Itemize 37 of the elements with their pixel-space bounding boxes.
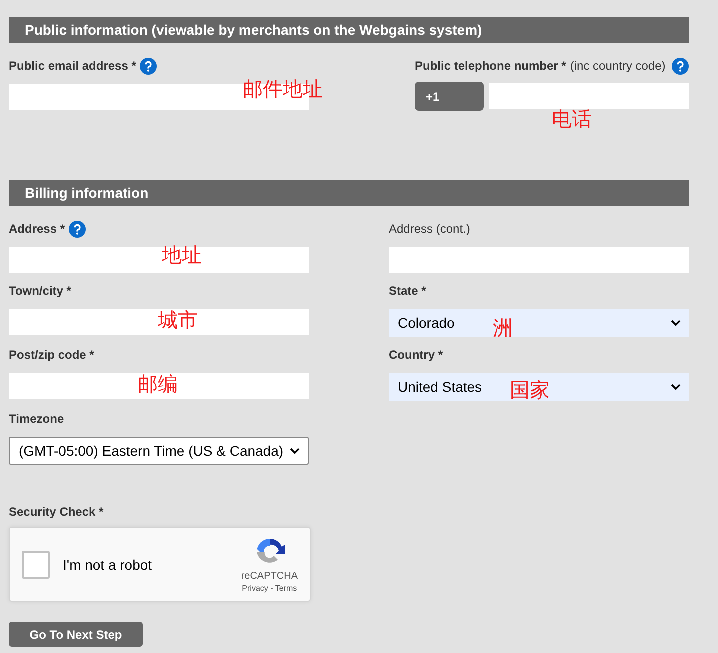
next-step-button[interactable]: Go To Next Step <box>9 622 143 647</box>
chevron-down-icon <box>671 384 681 390</box>
text-field[interactable] <box>9 247 309 273</box>
annotation: 国家 <box>510 379 550 403</box>
help-icon[interactable] <box>672 58 689 74</box>
field-label: Address * <box>9 222 66 236</box>
field-label: Address (cont.) <box>389 222 470 236</box>
field-label: Public email address * <box>9 59 136 73</box>
field-note: (inc country code) <box>570 59 666 73</box>
captcha-checkbox[interactable] <box>22 550 50 578</box>
field-label: State * <box>389 284 426 298</box>
field-label: Security Check * <box>9 505 104 519</box>
privacy-terms-link[interactable]: Privacy - Terms <box>242 584 298 593</box>
chevron-down-icon <box>671 320 681 326</box>
field-label: Country * <box>389 348 443 362</box>
chevron-down-icon <box>290 448 300 454</box>
help-icon[interactable] <box>69 220 86 238</box>
annotation: 城市 <box>158 309 198 333</box>
phone-field[interactable] <box>489 83 689 109</box>
text-field[interactable] <box>9 309 309 335</box>
text-field[interactable] <box>9 373 309 399</box>
annotation: 邮编 <box>138 373 178 397</box>
checkbox-label: I'm not a robot <box>63 556 154 572</box>
country-code-button[interactable]: +1 <box>415 82 484 111</box>
brand-text: reCAPTCHA <box>241 571 298 582</box>
section-header: Public information (viewable by merchants on the Webgains system) <box>9 17 689 43</box>
select-field[interactable]: (GMT-05:00) Eastern Time (US & Canada) <box>9 437 309 465</box>
field-label: Post/zip code * <box>9 348 94 362</box>
field-label: Timezone <box>9 412 64 426</box>
text-field[interactable] <box>389 247 689 273</box>
annotation: 电话 <box>552 108 592 132</box>
field-label: Town/city * <box>9 284 72 298</box>
annotation: 地址 <box>162 244 202 268</box>
help-icon[interactable] <box>140 58 158 74</box>
annotation: 邮件地址 <box>243 78 323 102</box>
field-label: Public telephone number * <box>415 59 566 73</box>
section-header: Billing information <box>9 180 689 206</box>
